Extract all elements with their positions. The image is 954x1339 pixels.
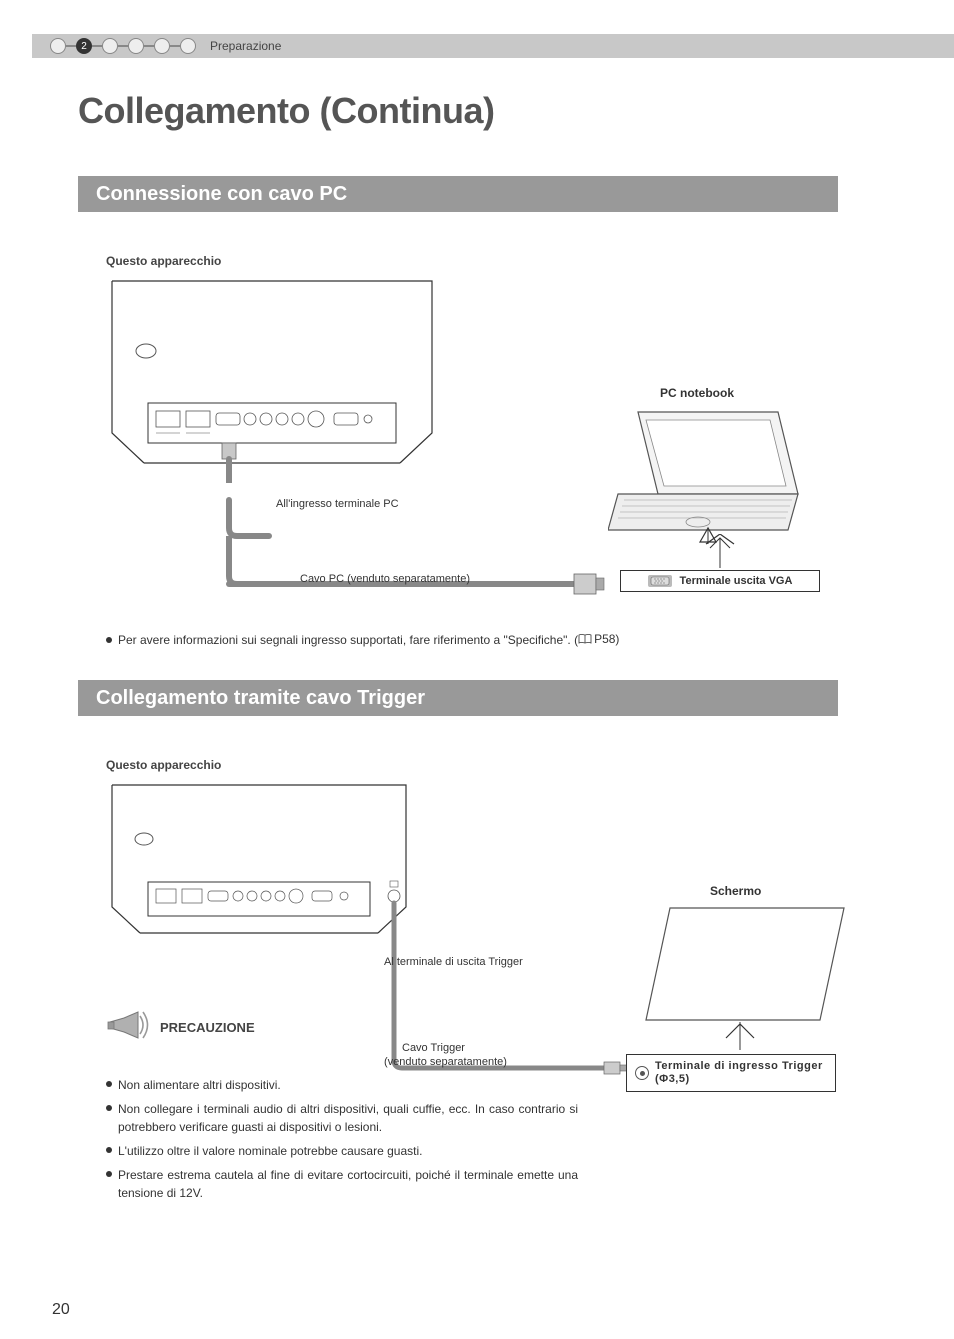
laptop-label: PC notebook xyxy=(660,386,734,400)
warning-text: Non collegare i terminali audio di altri… xyxy=(118,1100,578,1136)
projector-diagram-2 xyxy=(104,777,414,957)
warning-text: L'utilizzo oltre il valore nominale potr… xyxy=(118,1142,422,1160)
step-line xyxy=(118,45,128,47)
warning-item-1: Non alimentare altri dispositivi. xyxy=(106,1076,636,1094)
trigger-cable-label-a: Cavo Trigger xyxy=(402,1042,465,1054)
book-icon xyxy=(578,634,592,644)
step-line xyxy=(92,45,102,47)
trigger-cable-label-b: (venduto separatamente) xyxy=(384,1056,507,1068)
device-label-1: Questo apparecchio xyxy=(106,254,221,268)
step-4-circle xyxy=(128,38,144,54)
breadcrumb-label: Preparazione xyxy=(210,39,281,53)
step-line xyxy=(170,45,180,47)
trigger-in-callout-box: Terminale di ingresso Trigger (Φ3,5) xyxy=(626,1054,836,1092)
trigger-in-text: Terminale di ingresso Trigger (Φ3,5) xyxy=(655,1060,827,1086)
vga-port-icon xyxy=(648,575,672,587)
pc-terminal-callout: All'ingresso terminale PC xyxy=(276,498,399,510)
step-indicator: 2 xyxy=(50,38,196,54)
page-title: Collegamento (Continua) xyxy=(78,90,494,132)
step-line xyxy=(144,45,154,47)
bullet-icon xyxy=(106,1081,112,1087)
pc-cable-callout: Cavo PC (venduto separatamente) xyxy=(300,573,470,585)
caution-warning-list: Non alimentare altri dispositivi. Non co… xyxy=(106,1076,636,1208)
warning-text: Non alimentare altri dispositivi. xyxy=(118,1076,281,1094)
section-heading-pc: Connessione con cavo PC xyxy=(78,176,838,212)
step-1-circle xyxy=(50,38,66,54)
page-ref: P58) xyxy=(578,632,619,646)
screen-label: Schermo xyxy=(710,884,761,898)
step-6-circle xyxy=(180,38,196,54)
step-5-circle xyxy=(154,38,170,54)
device-label-2: Questo apparecchio xyxy=(106,758,221,772)
trigger-jack-icon xyxy=(635,1066,649,1080)
bullet-icon xyxy=(106,637,112,643)
pc-specs-note: Per avere informazioni sui segnali ingre… xyxy=(106,632,836,647)
vga-terminal-callout-box: Terminale uscita VGA xyxy=(620,570,820,592)
warning-item-3: L'utilizzo oltre il valore nominale potr… xyxy=(106,1142,636,1160)
projection-screen-icon xyxy=(640,900,850,1050)
laptop-icon xyxy=(608,404,808,544)
note-text-main: Per avere informazioni sui segnali ingre… xyxy=(118,633,578,647)
bullet-icon xyxy=(106,1105,112,1111)
note-text: Per avere informazioni sui segnali ingre… xyxy=(118,632,619,647)
step-line xyxy=(66,45,76,47)
step-3-circle xyxy=(102,38,118,54)
warning-item-2: Non collegare i terminali audio di altri… xyxy=(106,1100,636,1136)
page-ref-text: P58) xyxy=(594,632,619,646)
trigger-out-callout: Al terminale di uscita Trigger xyxy=(384,956,523,968)
header-bar: 2 Preparazione xyxy=(32,34,954,58)
bullet-icon xyxy=(106,1147,112,1153)
laptop-to-vga-arrow xyxy=(700,534,740,574)
warning-item-4: Prestare estrema cautela al fine di evit… xyxy=(106,1166,636,1202)
step-2-circle: 2 xyxy=(76,38,92,54)
vga-terminal-text: Terminale uscita VGA xyxy=(680,575,793,587)
projector-diagram-1 xyxy=(104,273,444,483)
caution-box: PRECAUZIONE xyxy=(106,1008,255,1046)
section-heading-trigger: Collegamento tramite cavo Trigger xyxy=(78,680,838,716)
warning-text: Prestare estrema cautela al fine di evit… xyxy=(118,1166,578,1202)
megaphone-icon xyxy=(106,1008,150,1046)
caution-label: PRECAUZIONE xyxy=(160,1020,255,1035)
page-number: 20 xyxy=(52,1301,70,1319)
bullet-icon xyxy=(106,1171,112,1177)
